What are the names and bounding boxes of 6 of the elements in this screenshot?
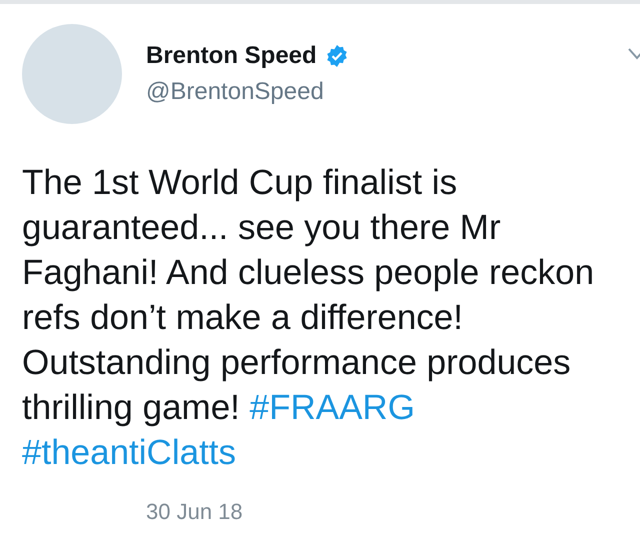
author-handle: @BrentonSpeed [146,78,325,106]
hashtag-link[interactable]: #theantiClatts [22,433,236,472]
hashtag-link[interactable]: #FRAARG [250,388,415,427]
author-name: Brenton Speed [146,42,317,70]
tweet-timestamp: 30 Jun 18 [146,499,244,525]
tweet-text: The 1st World Cup finalist is guaranteed... see you there Mr Faghani! And clueless people reckon refs don’t make a difference! Outstanding performance produces thrilling game! #FRAARG #theantiClatts [22,162,596,474]
